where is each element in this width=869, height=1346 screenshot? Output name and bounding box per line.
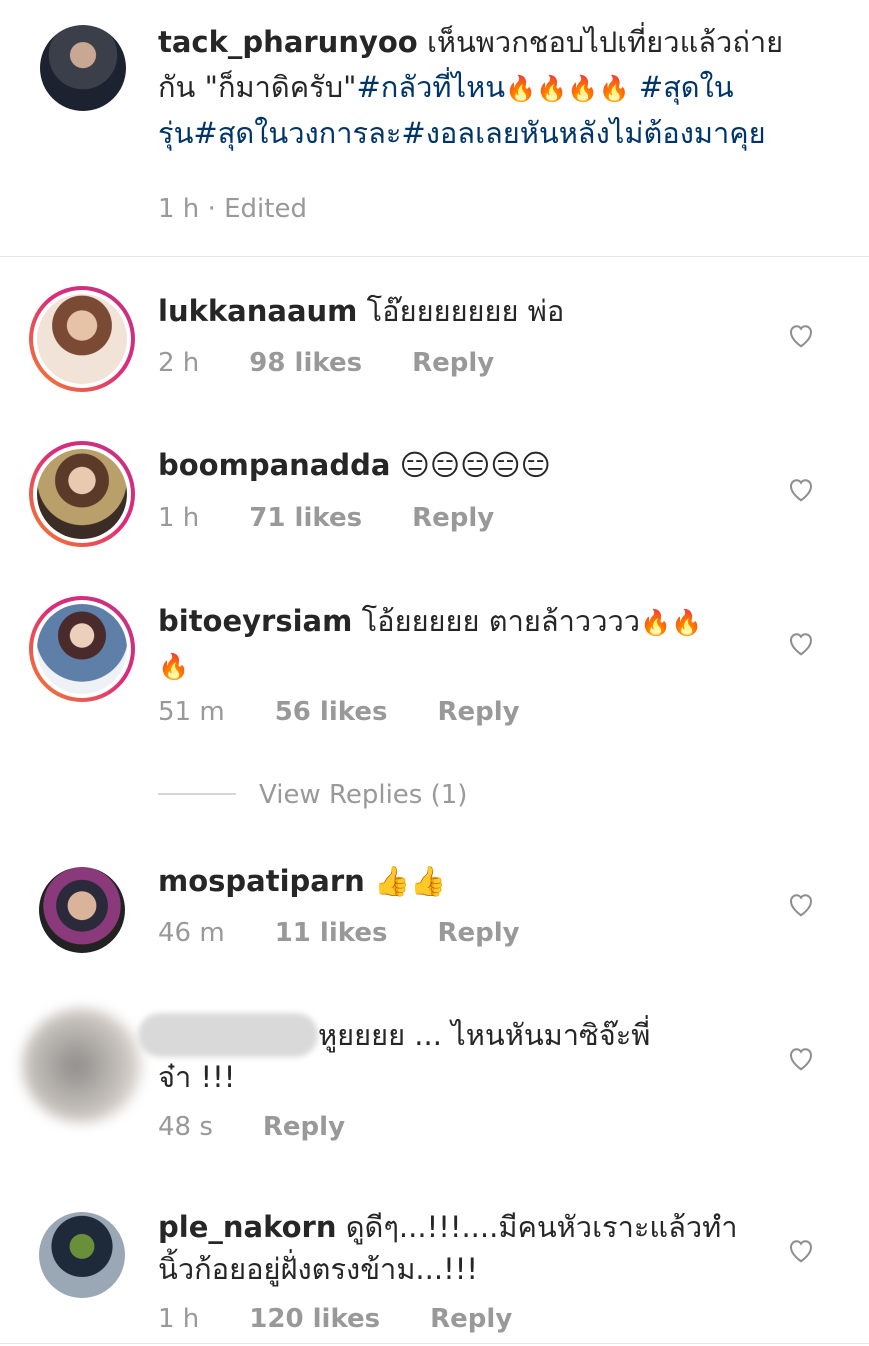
comment-username[interactable]: ple_nakorn xyxy=(158,1210,336,1244)
comment-time: 48 s xyxy=(158,1112,213,1142)
comment-time: 2 h xyxy=(158,348,200,378)
comment-likes[interactable]: 11 likes xyxy=(275,918,388,948)
comment-username[interactable]: mospatiparn xyxy=(158,864,365,898)
fire-emoji: 🔥 xyxy=(640,608,672,637)
comment-body: 👍👍 xyxy=(374,864,447,898)
comment-username[interactable]: boompanadda xyxy=(158,448,390,482)
fire-emoji: 🔥 xyxy=(671,608,703,637)
comment-text: lukkanaaum โอ๊ยยยยยยย พ่อ xyxy=(158,290,758,332)
comment-body: หูยยยย ... ไหนหันมาซิจ๊ะพี่ xyxy=(318,1018,651,1052)
comment-body: จ๋า !!! xyxy=(158,1060,236,1094)
post-author-avatar[interactable] xyxy=(40,25,126,111)
reply-button[interactable]: Reply xyxy=(412,348,494,378)
heart-icon[interactable] xyxy=(786,1235,816,1265)
divider xyxy=(0,1343,869,1344)
comment-likes[interactable]: 71 likes xyxy=(249,503,362,533)
comment-username[interactable]: lukkanaaum xyxy=(158,294,357,328)
comment-time: 1 h xyxy=(158,1304,200,1334)
fire-emoji: 🔥 xyxy=(567,74,599,103)
reply-button[interactable]: Reply xyxy=(430,1304,512,1334)
comment-text: boompanadda 😑😑😑😑😑 xyxy=(158,444,758,486)
comment-avatar[interactable] xyxy=(29,441,135,547)
comment-text: mospatiparn 👍👍 xyxy=(158,860,758,902)
comment-avatar[interactable] xyxy=(29,596,135,702)
comment-meta: 2 h 98 likes Reply xyxy=(158,348,544,378)
fire-emoji: 🔥 xyxy=(598,74,630,103)
comment-meta: 46 m 11 likes Reply xyxy=(158,918,570,948)
post-edited: · Edited xyxy=(207,194,307,224)
comment-body: โอ๊ยยยยยยย พ่อ xyxy=(366,294,565,328)
comment-time: 46 m xyxy=(158,918,225,948)
comment-text-continued: จ๋า !!! xyxy=(158,1056,235,1098)
comment-avatar[interactable] xyxy=(39,1212,125,1298)
comment-meta: 1 h 71 likes Reply xyxy=(158,503,544,533)
comment-body-continued: นิ้วก้อยอยู่ฝั่งตรงข้าม...!!! xyxy=(158,1252,478,1286)
fire-emoji: 🔥 xyxy=(536,74,568,103)
fire-emoji: 🔥 xyxy=(505,74,537,103)
post-time: 1 h xyxy=(158,194,200,224)
post-meta: 1 h · Edited xyxy=(158,194,307,224)
heart-icon[interactable] xyxy=(786,889,816,919)
hashtag-link[interactable]: #กลัวที่ไหน xyxy=(356,70,505,104)
blurred-username[interactable] xyxy=(138,1013,318,1057)
comment-meta: 48 s Reply xyxy=(158,1112,395,1142)
comment-text: หูยยยย ... ไหนหันมาซิจ๊ะพี่ xyxy=(318,1014,650,1056)
comment-text: ple_nakorn ดูดีๆ...!!!....มีคนหัวเราะแล้… xyxy=(158,1206,758,1290)
heart-icon[interactable] xyxy=(786,628,816,658)
comment-avatar[interactable] xyxy=(29,286,135,392)
view-replies-button[interactable]: View Replies (1) xyxy=(259,780,467,810)
post-author-username[interactable]: tack_pharunyoo xyxy=(158,25,418,59)
heart-icon[interactable] xyxy=(786,320,816,350)
heart-icon[interactable] xyxy=(786,1043,816,1073)
reply-button[interactable]: Reply xyxy=(437,697,519,727)
divider xyxy=(0,256,869,257)
comment-body: ดูดีๆ...!!!....มีคนหัวเราะแล้วทำ xyxy=(345,1210,738,1244)
view-replies-line xyxy=(158,793,236,795)
comment-likes[interactable]: 56 likes xyxy=(275,697,388,727)
comment-body: โอ้ยยยยย ตายล้าวววว xyxy=(361,604,641,638)
heart-icon[interactable] xyxy=(786,474,816,504)
comment-meta: 1 h 120 likes Reply xyxy=(158,1304,562,1334)
fire-emoji: 🔥 xyxy=(158,652,190,681)
comment-meta: 51 m 56 likes Reply xyxy=(158,697,570,727)
blurred-avatar[interactable] xyxy=(22,1008,142,1123)
comment-time: 1 h xyxy=(158,503,200,533)
comment-username[interactable]: bitoeyrsiam xyxy=(158,604,352,638)
comment-text: bitoeyrsiam โอ้ยยยยย ตายล้าวววว🔥🔥 🔥 xyxy=(158,600,758,688)
comment-avatar[interactable] xyxy=(39,867,125,953)
post-caption: tack_pharunyoo เห็นพวกชอบไปเที่ยวแล้วถ่า… xyxy=(158,20,818,156)
comment-likes[interactable]: 120 likes xyxy=(249,1304,380,1334)
reply-button[interactable]: Reply xyxy=(412,503,494,533)
comment-body: 😑😑😑😑😑 xyxy=(399,448,551,482)
reply-button[interactable]: Reply xyxy=(263,1112,345,1142)
reply-button[interactable]: Reply xyxy=(437,918,519,948)
comment-time: 51 m xyxy=(158,697,225,727)
comment-likes[interactable]: 98 likes xyxy=(249,348,362,378)
